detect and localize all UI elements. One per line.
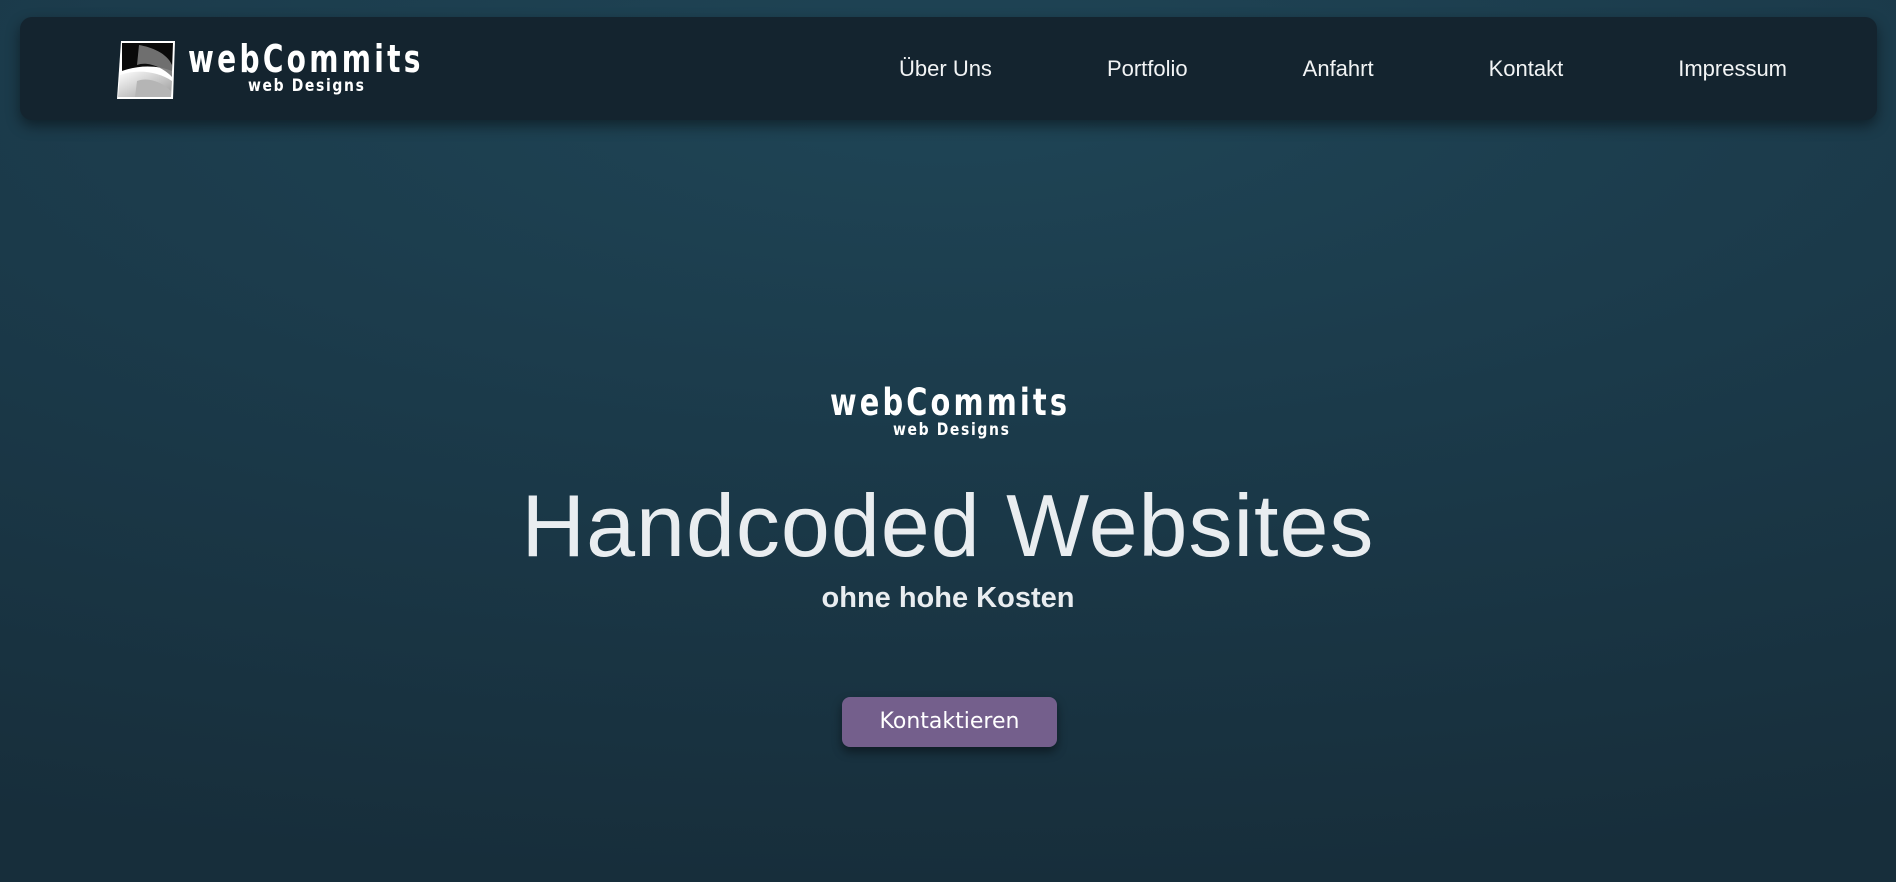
nav-item-impressum: Impressum	[1563, 17, 1787, 120]
nav-link-impressum[interactable]: Impressum	[1563, 17, 1787, 120]
webcommits-logo-icon	[117, 41, 175, 99]
hero-subtitle: ohne hohe Kosten	[821, 582, 1075, 614]
nav-link-anfahrt[interactable]: Anfahrt	[1188, 17, 1374, 120]
nav-link-ueber-uns[interactable]: Über Uns	[899, 17, 992, 120]
nav-item-anfahrt: Anfahrt	[1188, 17, 1374, 120]
hero-wordmark-name: webCommits	[830, 381, 1071, 424]
brand-tagline: web Designs	[248, 76, 366, 96]
hero-section: webCommits web Designs Handcoded Website…	[0, 120, 1896, 882]
main-navigation: Über Uns Portfolio Anfahrt Kontakt Impre…	[899, 17, 1787, 120]
top-navbar: webCommits web Designs Über Uns Portfoli…	[20, 17, 1877, 120]
nav-item-ueber-uns: Über Uns	[899, 17, 992, 120]
nav-item-portfolio: Portfolio	[992, 17, 1188, 120]
brand-home-link[interactable]: webCommits web Designs	[117, 40, 428, 100]
hero-title: Handcoded Websites	[521, 476, 1375, 575]
contact-cta-button[interactable]: Kontaktieren	[842, 697, 1057, 747]
nav-item-kontakt: Kontakt	[1374, 17, 1564, 120]
nav-link-portfolio[interactable]: Portfolio	[992, 17, 1188, 120]
hero-wordmark: webCommits web Designs	[0, 384, 1896, 444]
nav-link-kontakt[interactable]: Kontakt	[1374, 17, 1564, 120]
brand-name: webCommits	[188, 37, 424, 81]
brand-wordmark: webCommits web Designs	[188, 40, 428, 100]
hero-wordmark-tagline: web Designs	[893, 420, 1011, 440]
